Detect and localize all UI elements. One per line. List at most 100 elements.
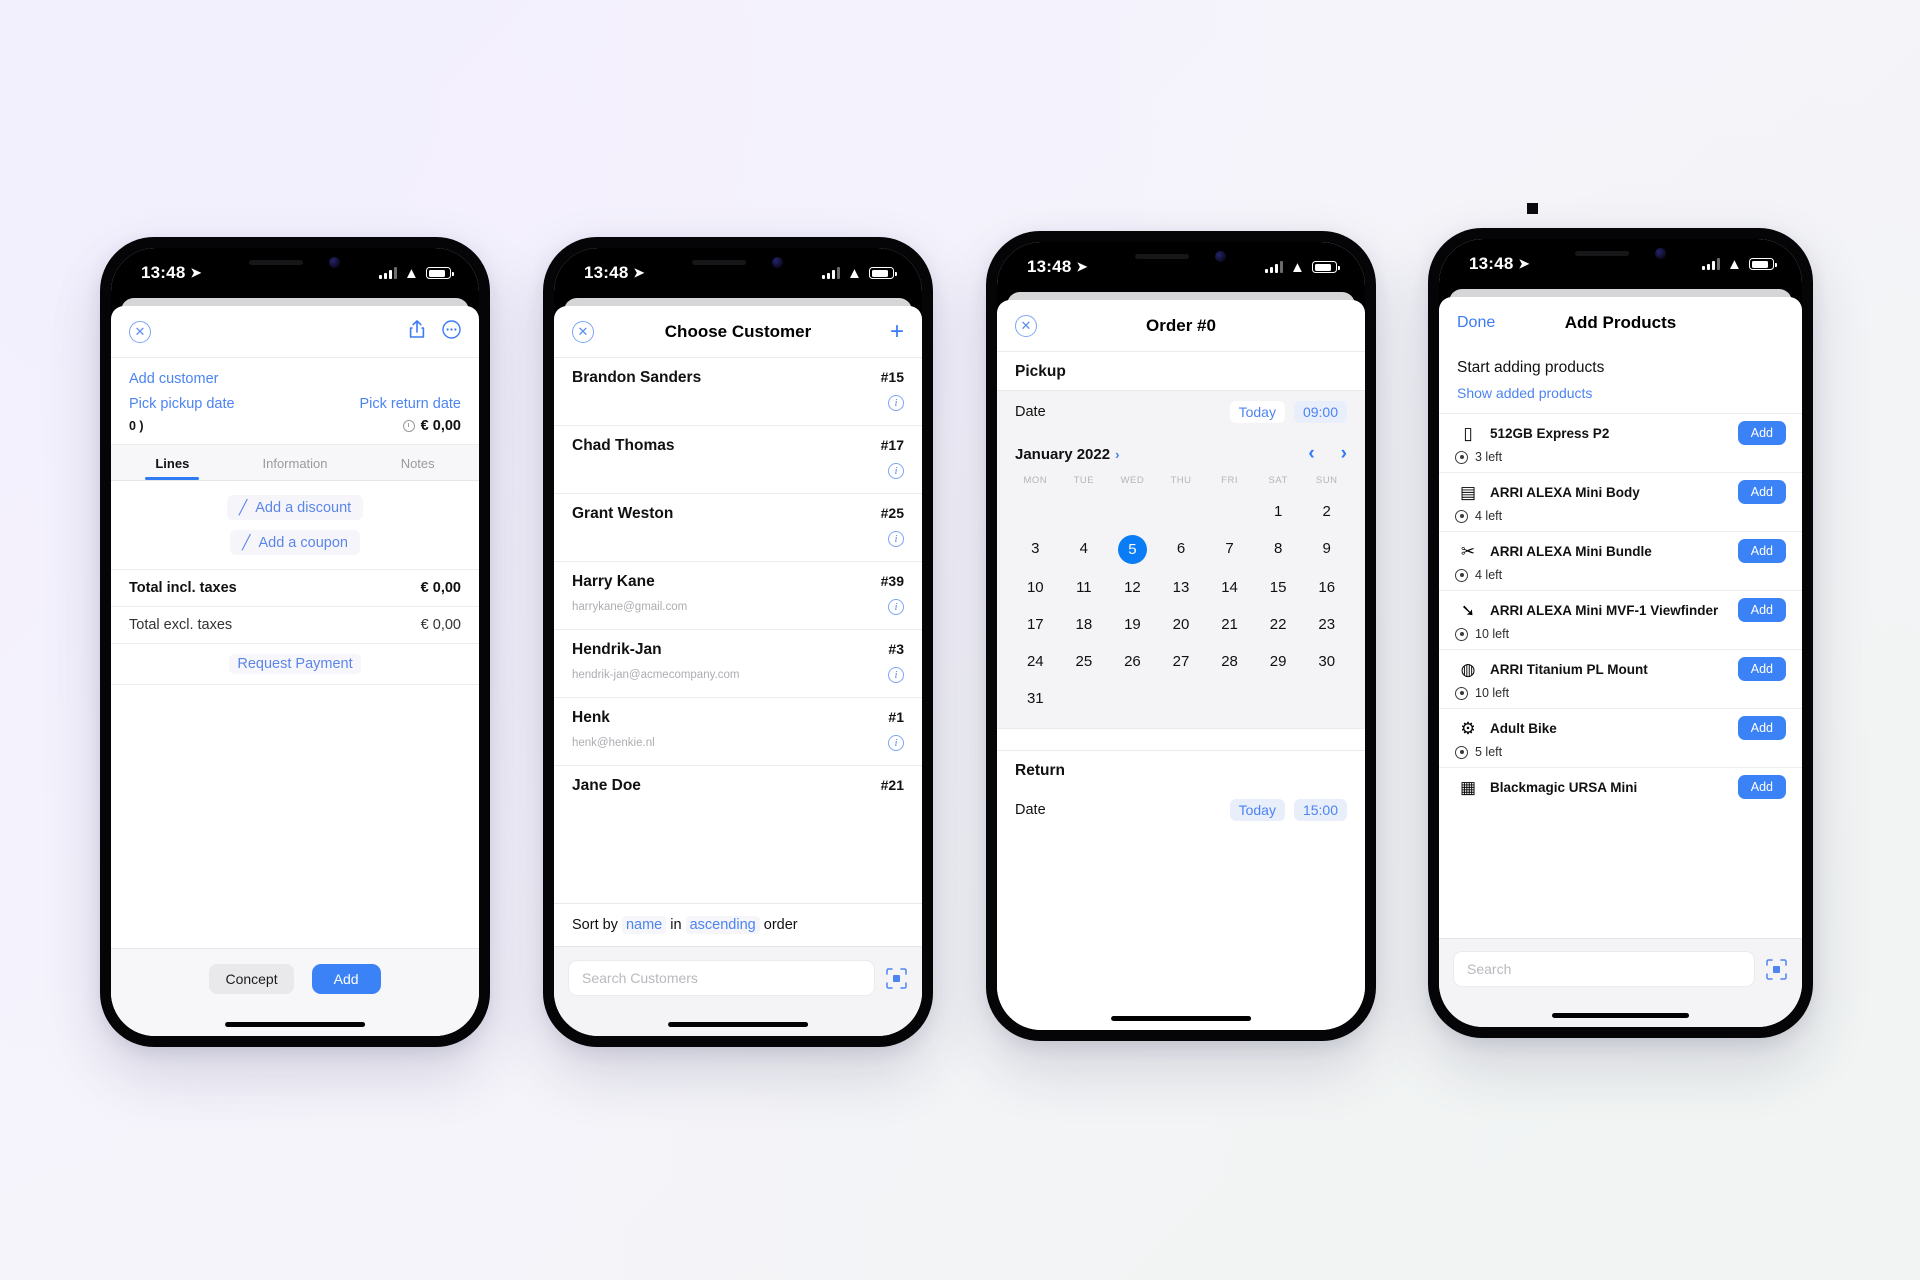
more-circle-icon[interactable] [442,319,461,344]
calendar-day[interactable]: 22 [1254,609,1303,640]
calendar-day[interactable]: 29 [1254,646,1303,677]
calendar-day[interactable]: 12 [1108,572,1157,603]
add-product-button[interactable]: Add [1737,716,1786,740]
calendar-day[interactable]: 27 [1157,646,1206,677]
calendar-day[interactable]: 3 [1011,533,1060,566]
product-row[interactable]: ➘ ARRI ALEXA Mini MVF-1 Viewfinder Add 10 l… [1439,590,1802,649]
calendar-day[interactable]: 1 [1254,496,1303,527]
calendar-grid[interactable]: MON TUE WED THU FRI SAT SUN 1 2 3 4 5 6 7 8 9 10 11 12 13 14… [1011,475,1351,714]
calendar-day[interactable]: 10 [1011,572,1060,603]
pickup-time-chip[interactable]: 09:00 [1293,401,1347,423]
calendar-day[interactable]: 26 [1108,646,1157,677]
calendar-day-selected[interactable]: 5 [1108,533,1157,566]
calendar-month-button[interactable]: January 2022 › [1015,446,1119,463]
return-day-chip[interactable]: Today [1229,799,1285,821]
calendar-day[interactable]: 2 [1302,496,1351,527]
pick-pickup-date-link[interactable]: Pick pickup date [129,396,235,412]
home-indicator[interactable] [1111,1016,1251,1021]
concept-button[interactable]: Concept [209,964,294,994]
sort-direction-button[interactable]: ascending [685,916,760,934]
calendar-day[interactable]: 24 [1011,646,1060,677]
list-item[interactable]: Hendrik-Jan #3 hendrik-jan@acmecompany.c… [554,630,922,698]
product-list[interactable]: ▯ 512GB Express P2 Add 3 left ▤ ARRI ALEXA Mi… [1439,413,1802,805]
tab-notes[interactable]: Notes [356,445,479,480]
add-product-button[interactable]: Add [1737,421,1786,445]
calendar-day[interactable]: 18 [1060,609,1109,640]
pick-return-date-link[interactable]: Pick return date [359,396,461,412]
add-product-button[interactable]: Add [1737,539,1786,563]
info-icon[interactable]: i [888,667,904,683]
calendar-day[interactable]: 14 [1205,572,1254,603]
calendar-day[interactable]: 7 [1205,533,1254,566]
calendar-day[interactable]: 28 [1205,646,1254,677]
calendar-day[interactable]: 9 [1302,533,1351,566]
scan-barcode-icon[interactable] [1765,958,1788,981]
request-payment-row[interactable]: Request Payment [111,643,479,685]
sort-field-button[interactable]: name [621,916,667,934]
share-icon[interactable] [408,319,426,344]
calendar-day[interactable]: 23 [1302,609,1351,640]
info-icon[interactable]: i [888,463,904,479]
list-item[interactable]: Harry Kane #39 harrykane@gmail.com i [554,562,922,630]
customer-list[interactable]: Brandon Sanders #15 i Chad Thomas #17 i … [554,358,922,903]
calendar-day[interactable]: 6 [1157,533,1206,566]
calendar-day[interactable]: 13 [1157,572,1206,603]
request-payment-link[interactable]: Request Payment [229,654,361,674]
product-row[interactable]: ◍ ARRI Titanium PL Mount Add 10 left [1439,649,1802,708]
add-discount-button[interactable]: ╱ Add a discount [226,495,364,520]
add-coupon-button[interactable]: ╱ Add a coupon [230,530,360,555]
list-item[interactable]: Brandon Sanders #15 i [554,358,922,426]
home-indicator[interactable] [668,1022,808,1027]
info-icon[interactable]: i [888,395,904,411]
plus-icon[interactable]: + [890,319,904,344]
list-item[interactable]: Henk #1 henk@henkie.nl i [554,698,922,766]
search-customers-input[interactable]: Search Customers [568,960,875,996]
product-row[interactable]: ▯ 512GB Express P2 Add 3 left [1439,413,1802,472]
calendar-day[interactable]: 11 [1060,572,1109,603]
calendar-day[interactable]: 20 [1157,609,1206,640]
list-item[interactable]: Jane Doe #21 [554,766,922,795]
calendar-day[interactable]: 25 [1060,646,1109,677]
prev-month-button[interactable]: ‹ [1308,443,1314,465]
tab-information[interactable]: Information [234,445,357,480]
show-added-products-link[interactable]: Show added products [1457,377,1784,411]
calendar-day[interactable]: 21 [1205,609,1254,640]
info-icon[interactable]: i [888,735,904,751]
tab-lines[interactable]: Lines [111,445,234,480]
add-product-button[interactable]: Add [1737,775,1786,799]
add-product-button[interactable]: Add [1737,480,1786,504]
return-time-chip[interactable]: 15:00 [1293,799,1347,821]
close-circle-icon[interactable]: ✕ [129,320,151,343]
add-product-button[interactable]: Add [1737,598,1786,622]
add-product-button[interactable]: Add [1737,657,1786,681]
info-icon[interactable]: i [888,599,904,615]
done-button[interactable]: Done [1457,314,1495,332]
return-date-row[interactable]: Date Today 15:00 [997,789,1365,831]
home-indicator[interactable] [1551,1013,1690,1018]
calendar-day[interactable]: 16 [1302,572,1351,603]
product-row[interactable]: ✂ ARRI ALEXA Mini Bundle Add 4 left [1439,531,1802,590]
info-icon[interactable]: i [888,531,904,547]
list-item[interactable]: Chad Thomas #17 i [554,426,922,494]
home-indicator[interactable] [225,1022,365,1027]
scan-barcode-icon[interactable] [885,967,908,990]
add-customer-link[interactable]: Add customer [129,371,218,387]
add-order-button[interactable]: Add [311,964,381,994]
search-products-input[interactable]: Search [1453,951,1755,987]
close-circle-icon[interactable]: ✕ [1015,314,1037,337]
pickup-day-chip[interactable]: Today [1229,401,1285,423]
close-circle-icon[interactable]: ✕ [572,320,594,343]
product-row[interactable]: ▤ ARRI ALEXA Mini Body Add 4 left [1439,472,1802,531]
next-month-button[interactable]: › [1341,443,1347,465]
calendar-day[interactable]: 4 [1060,533,1109,566]
calendar-day[interactable]: 31 [1011,683,1060,714]
product-row[interactable]: ▦ Blackmagic URSA Mini Add [1439,767,1802,805]
calendar-day[interactable]: 15 [1254,572,1303,603]
list-item[interactable]: Grant Weston #25 i [554,494,922,562]
product-row[interactable]: ⚙ Adult Bike Add 5 left [1439,708,1802,767]
calendar-day[interactable]: 8 [1254,533,1303,566]
calendar-day[interactable]: 17 [1011,609,1060,640]
calendar-day[interactable]: 19 [1108,609,1157,640]
pickup-date-row[interactable]: Date Today 09:00 [997,390,1365,433]
calendar-day[interactable]: 30 [1302,646,1351,677]
